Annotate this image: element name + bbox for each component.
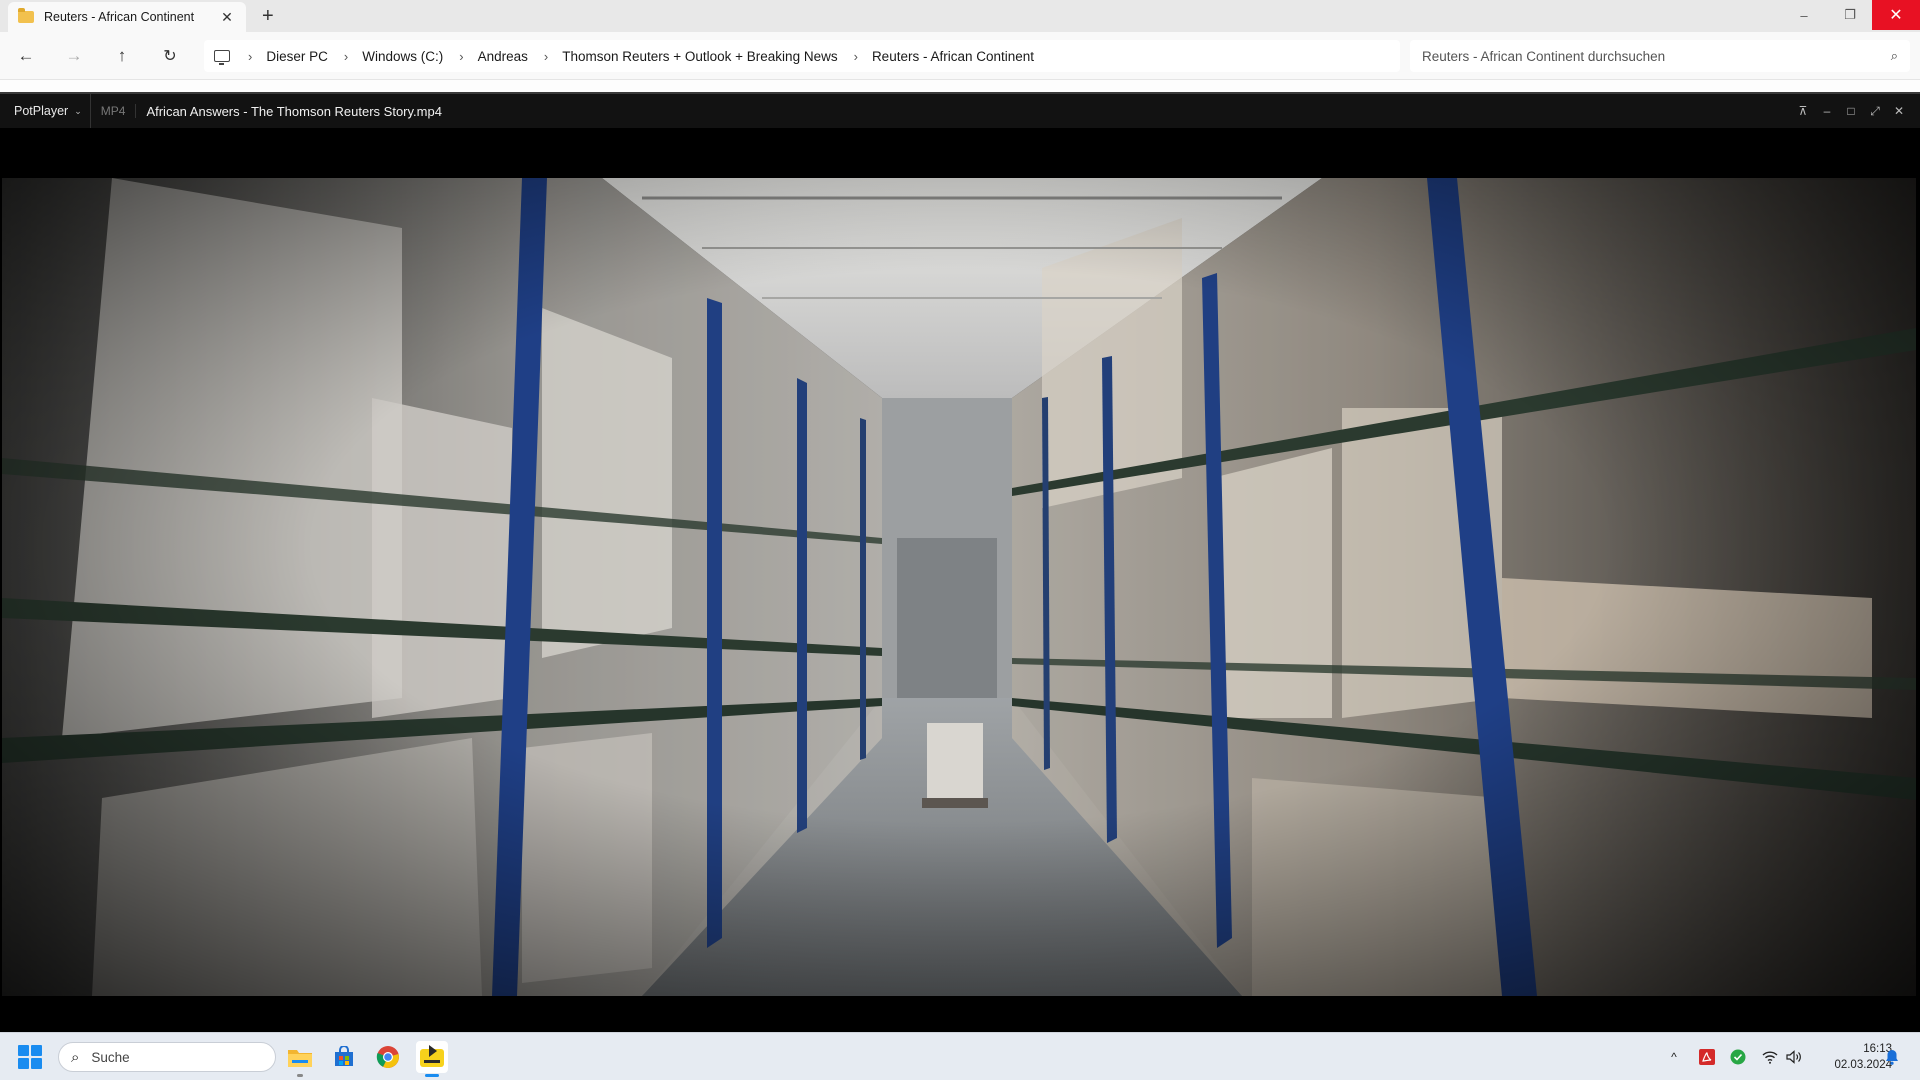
address-bar[interactable]: › Dieser PC › Windows (C:) › Andreas › T… (204, 40, 1400, 72)
taskbar-search-label: Suche (91, 1049, 130, 1065)
folder-icon (18, 8, 34, 23)
potplayer-menu-label: PotPlayer (14, 104, 69, 118)
wifi-icon[interactable] (1760, 1047, 1780, 1067)
player-title-bar: PotPlayer ⌄ MP4 African Answers - The Th… (0, 94, 1920, 128)
chevron-right-icon[interactable]: › (248, 49, 252, 64)
search-placeholder: Reuters - African Continent durchsuchen (1422, 48, 1666, 64)
windows-start-icon[interactable] (18, 1045, 42, 1069)
player-close-button[interactable]: ✕ (1890, 102, 1908, 120)
taskbar-clock[interactable]: 16:13 02.03.2024 (1808, 1041, 1892, 1073)
explorer-tab[interactable]: Reuters - African Continent ✕ (8, 2, 246, 32)
player-fullscreen-button[interactable]: ⤢ (1866, 102, 1884, 120)
acrobat-tray-icon[interactable] (1697, 1047, 1717, 1067)
tab-title: Reuters - African Continent (44, 10, 195, 24)
video-title: African Answers - The Thomson Reuters St… (146, 103, 442, 119)
player-minimize-button[interactable]: – (1818, 102, 1836, 120)
clock-time: 16:13 (1863, 1043, 1892, 1055)
taskbar-search-input[interactable]: ⌕ Suche (58, 1042, 276, 1072)
back-button[interactable]: ← (14, 44, 38, 68)
breadcrumb-item-current[interactable]: Reuters - African Continent (872, 49, 1034, 64)
security-shield-icon[interactable] (1728, 1047, 1748, 1067)
breadcrumb-item[interactable]: Windows (C:) (362, 49, 443, 64)
chrome-icon[interactable] (372, 1041, 404, 1073)
search-icon: ⌕ (71, 1048, 80, 1066)
breadcrumb-item[interactable]: Andreas (478, 49, 528, 64)
forward-button[interactable]: → (62, 44, 86, 68)
potplayer-icon[interactable] (416, 1041, 448, 1077)
window-minimize-button[interactable]: – (1780, 0, 1828, 30)
chevron-right-icon[interactable]: › (459, 49, 463, 64)
windows-taskbar: ⌕ Suche ^ 16:13 02.03.2024 (0, 1032, 1920, 1080)
player-maximize-button[interactable]: □ (1842, 102, 1860, 120)
potplayer-window: PotPlayer ⌄ MP4 African Answers - The Th… (0, 92, 1920, 1032)
chevron-down-icon: ⌄ (74, 105, 82, 116)
pin-icon[interactable]: ⊼ (1794, 102, 1812, 120)
tab-close-button[interactable]: ✕ (218, 9, 236, 26)
chevron-right-icon[interactable]: › (344, 49, 348, 64)
volume-icon[interactable] (1784, 1047, 1804, 1067)
chevron-right-icon[interactable]: › (854, 49, 858, 64)
bell-icon[interactable] (1882, 1047, 1902, 1067)
tray-overflow-chevron-icon[interactable]: ^ (1664, 1047, 1684, 1067)
clock-date: 02.03.2024 (1834, 1059, 1892, 1071)
file-explorer-icon[interactable] (284, 1041, 316, 1077)
up-button[interactable]: ↑ (110, 44, 134, 68)
explorer-navigation-bar: ← → ↑ ↻ › Dieser PC › Windows (C:) › And… (0, 32, 1920, 80)
breadcrumb-item[interactable]: Thomson Reuters + Outlook + Breaking New… (562, 49, 837, 64)
refresh-button[interactable]: ↻ (158, 44, 182, 68)
warehouse-aisle-scene (2, 178, 1916, 996)
file-explorer-window: Reuters - African Continent ✕ + – ❐ ✕ ← … (0, 0, 1920, 92)
explorer-tab-bar: Reuters - African Continent ✕ + – ❐ ✕ (0, 0, 1920, 32)
folder-search-input[interactable]: Reuters - African Continent durchsuchen … (1410, 40, 1910, 72)
video-frame[interactable] (2, 178, 1916, 996)
file-format-badge: MP4 (91, 104, 137, 118)
new-tab-button[interactable]: + (262, 6, 274, 26)
explorer-content-edge (0, 80, 1920, 92)
breadcrumb-item[interactable]: Dieser PC (266, 49, 328, 64)
computer-icon[interactable] (214, 50, 230, 65)
window-restore-button[interactable]: ❐ (1826, 0, 1874, 30)
window-close-button[interactable]: ✕ (1872, 0, 1920, 30)
potplayer-menu-button[interactable]: PotPlayer ⌄ (0, 94, 91, 128)
microsoft-store-icon[interactable] (328, 1041, 360, 1073)
search-icon[interactable]: ⌕ (1891, 48, 1898, 64)
chevron-right-icon[interactable]: › (544, 49, 548, 64)
